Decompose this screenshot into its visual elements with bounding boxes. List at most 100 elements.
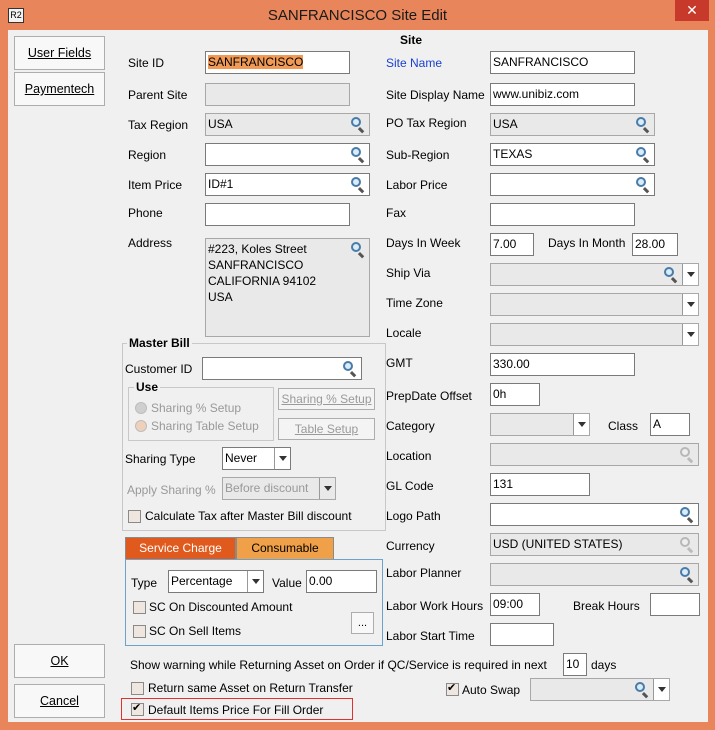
chevron-down-icon[interactable]	[682, 324, 698, 345]
locale-select[interactable]	[490, 323, 699, 346]
logo-path-input[interactable]	[490, 503, 699, 526]
gmt-input[interactable]: 330.00	[490, 353, 635, 376]
break-hours-input[interactable]	[650, 593, 700, 616]
prepdate-offset-input[interactable]: 0h	[490, 383, 540, 406]
locale-label: Locale	[386, 326, 422, 340]
type-label: Type	[131, 576, 158, 590]
value-input[interactable]: 0.00	[306, 570, 377, 593]
auto-swap-checkbox[interactable]	[446, 681, 459, 696]
labor-start-time-label: Labor Start Time	[386, 629, 475, 643]
window-title: SANFRANCISCO Site Edit	[267, 7, 448, 24]
po-tax-region-input[interactable]: USA	[490, 113, 655, 136]
days-in-month-input[interactable]: 28.00	[632, 233, 678, 256]
cancel-button[interactable]: Cancel	[14, 684, 105, 718]
warning-days-label: days	[591, 658, 617, 672]
search-icon[interactable]	[342, 360, 358, 378]
category-label: Category	[386, 419, 435, 433]
type-select[interactable]: Percentage	[168, 570, 264, 593]
tax-region-input[interactable]: USA	[205, 113, 370, 136]
labor-work-hours-input[interactable]: 09:00	[490, 593, 540, 616]
phone-input[interactable]	[205, 203, 350, 226]
address-line: CALIFORNIA 94102	[208, 274, 317, 288]
site-id-input[interactable]: SANFRANCISCO	[205, 51, 350, 74]
parent-site-input[interactable]	[205, 83, 350, 106]
auto-swap-select[interactable]	[530, 678, 670, 701]
fax-label: Fax	[386, 206, 407, 220]
sharing-table-label: Sharing Table Setup	[151, 419, 259, 433]
paymentech-button[interactable]: Paymentech	[14, 72, 105, 106]
labor-start-time-input[interactable]	[490, 623, 554, 646]
user-fields-button[interactable]: User Fields	[14, 36, 105, 70]
sharing-pct-radio[interactable]	[135, 402, 147, 414]
labor-planner-input[interactable]	[490, 563, 699, 586]
ellipsis-button[interactable]: ...	[351, 612, 374, 634]
search-icon[interactable]	[350, 116, 366, 134]
logo-path-label: Logo Path	[386, 509, 441, 523]
warning-days-input[interactable]: 10	[563, 653, 587, 676]
apply-sharing-select[interactable]: Before discount	[222, 477, 336, 500]
sharing-type-select[interactable]: Never	[222, 447, 291, 470]
time-zone-select[interactable]	[490, 293, 699, 316]
fax-input[interactable]	[490, 203, 635, 226]
search-icon[interactable]	[679, 536, 695, 554]
ship-via-select[interactable]	[490, 263, 699, 286]
class-label: Class	[608, 419, 639, 433]
calc-tax-checkbox[interactable]	[128, 510, 141, 523]
address-label: Address	[128, 236, 173, 250]
site-id-label: Site ID	[128, 56, 165, 70]
tab-service-charge[interactable]: Service Charge	[125, 537, 236, 559]
search-icon[interactable]	[679, 566, 695, 584]
search-icon[interactable]	[634, 681, 650, 699]
search-icon[interactable]	[350, 176, 366, 194]
master-bill-title: Master Bill	[127, 336, 192, 350]
search-icon[interactable]	[679, 506, 695, 524]
sharing-pct-setup-button[interactable]: Sharing % Setup	[278, 388, 375, 410]
chevron-down-icon[interactable]	[653, 679, 669, 700]
location-input[interactable]	[490, 443, 699, 466]
time-zone-label: Time Zone	[386, 296, 443, 310]
search-icon[interactable]	[663, 266, 679, 284]
search-icon[interactable]	[679, 446, 695, 464]
sub-region-input[interactable]: TEXAS	[490, 143, 655, 166]
sc-sell-items-checkbox[interactable]	[133, 625, 146, 638]
return-same-asset-checkbox[interactable]	[131, 682, 144, 695]
address-textarea[interactable]: #223, Koles Street SANFRANCISCO CALIFORN…	[205, 238, 370, 337]
chevron-down-icon[interactable]	[682, 264, 698, 285]
class-input[interactable]: A	[650, 413, 690, 436]
gl-code-input[interactable]: 131	[490, 473, 590, 496]
item-price-label: Item Price	[128, 178, 183, 192]
value-label: Value	[272, 576, 302, 590]
category-select[interactable]	[490, 413, 590, 436]
site-display-name-input[interactable]: www.unibiz.com	[490, 83, 635, 106]
section-title: Site	[400, 33, 423, 47]
dialog-body: User Fields Paymentech OK Cancel Site Si…	[8, 30, 708, 722]
ok-button[interactable]: OK	[14, 644, 105, 678]
table-setup-button[interactable]: Table Setup	[278, 418, 375, 440]
currency-input[interactable]: USD (UNITED STATES)	[490, 533, 699, 556]
days-in-week-input[interactable]: 7.00	[490, 233, 534, 256]
tab-consumable[interactable]: Consumable	[236, 537, 334, 559]
search-icon[interactable]	[350, 241, 366, 259]
site-name-input[interactable]: SANFRANCISCO	[490, 51, 635, 74]
customer-id-input[interactable]	[202, 357, 362, 380]
close-button[interactable]: ✕	[675, 0, 709, 21]
labor-price-input[interactable]	[490, 173, 655, 196]
sharing-table-radio[interactable]	[135, 420, 147, 432]
sharing-type-label: Sharing Type	[125, 452, 196, 466]
search-icon[interactable]	[635, 176, 651, 194]
search-icon[interactable]	[350, 146, 366, 164]
region-input[interactable]	[205, 143, 370, 166]
chevron-down-icon[interactable]	[682, 294, 698, 315]
default-items-price-checkbox[interactable]	[131, 701, 144, 716]
chevron-down-icon[interactable]	[247, 571, 263, 592]
chevron-down-icon[interactable]	[573, 414, 589, 435]
sc-discounted-checkbox[interactable]	[133, 601, 146, 614]
sc-sell-items-label: SC On Sell Items	[149, 624, 242, 638]
search-icon[interactable]	[635, 146, 651, 164]
item-price-input[interactable]: ID#1	[205, 173, 370, 196]
use-title: Use	[134, 380, 161, 394]
chevron-down-icon[interactable]	[274, 448, 290, 469]
search-icon[interactable]	[635, 116, 651, 134]
labor-price-label: Labor Price	[386, 178, 448, 192]
chevron-down-icon[interactable]	[319, 478, 335, 499]
